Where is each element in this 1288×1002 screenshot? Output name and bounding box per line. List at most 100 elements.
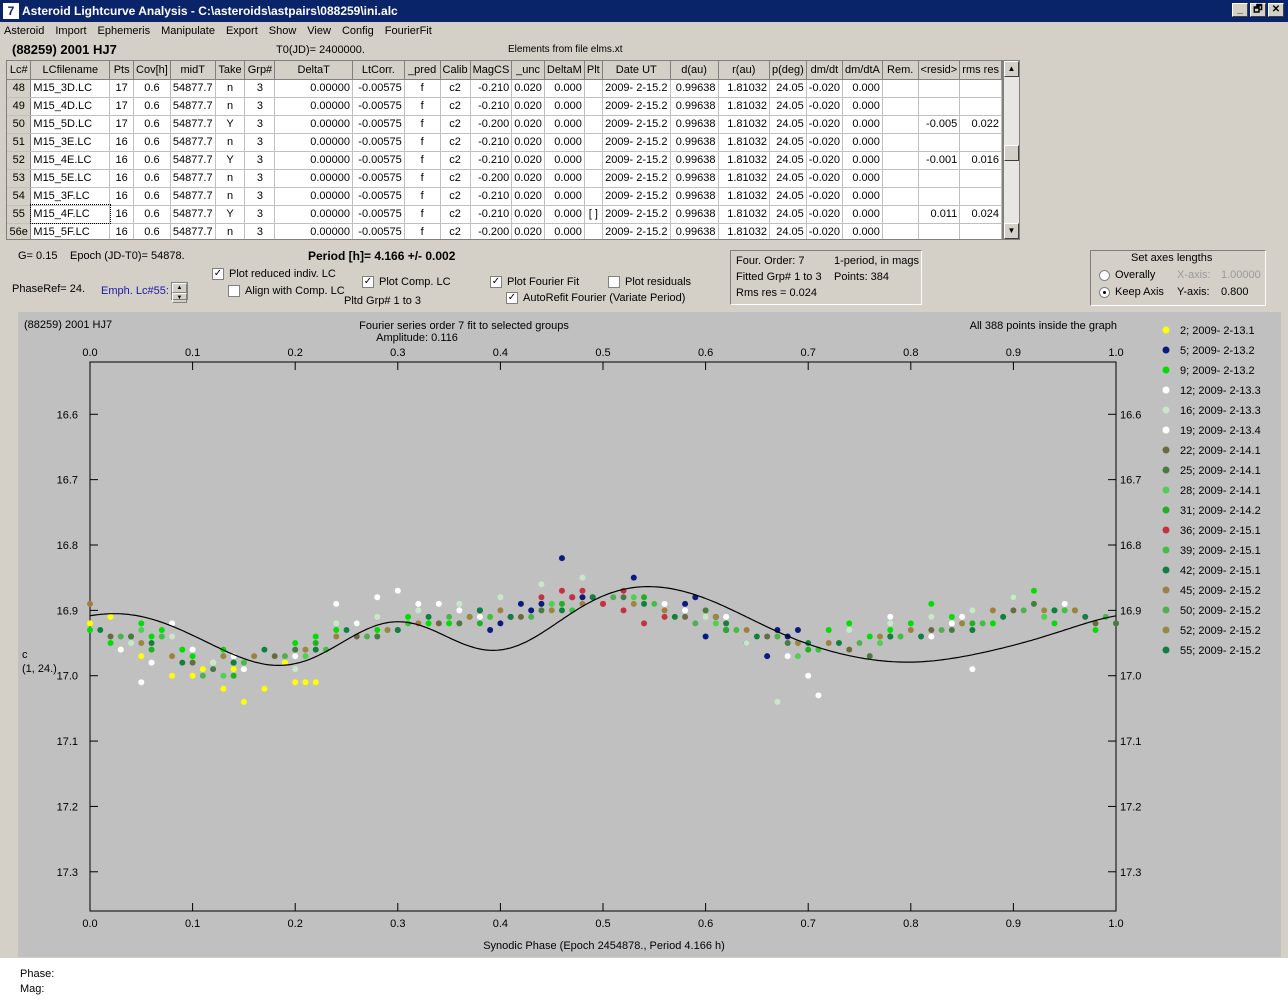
autorefit-checkbox[interactable]: ✓ AutoRefit Fourier (Variate Period)	[506, 292, 685, 305]
table-cell[interactable]: 17	[109, 97, 135, 116]
table-cell[interactable]: f	[404, 187, 441, 206]
table-cell[interactable]: 16	[109, 205, 135, 224]
table-cell[interactable]: M15_4E.LC	[30, 151, 111, 170]
table-cell[interactable]: -0.005	[918, 115, 961, 134]
table-cell[interactable]: 1.81032	[718, 187, 771, 206]
menu-show[interactable]: Show	[269, 25, 297, 37]
table-cell[interactable]: c2	[440, 151, 471, 170]
table-cell[interactable]	[882, 97, 919, 116]
plot-fourier-checkbox[interactable]: ✓ Plot Fourier Fit	[490, 276, 579, 289]
table-cell[interactable]: [ ]	[584, 205, 603, 224]
table-cell[interactable]: c2	[440, 133, 471, 152]
table-cell[interactable]: 0.6	[133, 151, 171, 170]
table-cell[interactable]: 0.000	[842, 223, 883, 239]
table-cell[interactable]: n	[215, 79, 246, 98]
table-cell[interactable]: 0.99638	[670, 187, 719, 206]
table-cell[interactable]	[918, 169, 961, 188]
table-cell[interactable]: 1.81032	[718, 97, 771, 116]
column-header[interactable]: Pts	[109, 61, 135, 80]
table-cell[interactable]: c2	[440, 187, 471, 206]
column-header[interactable]: Calib	[440, 61, 471, 80]
table-cell[interactable]: 24.05	[769, 169, 807, 188]
table-cell[interactable]: c2	[440, 205, 471, 224]
table-cell[interactable]: 0.6	[133, 133, 171, 152]
table-cell[interactable]: f	[404, 205, 441, 224]
table-cell[interactable]: 0.6	[133, 115, 171, 134]
table-cell[interactable]: 0.000	[544, 223, 585, 239]
table-cell[interactable]: -0.210	[470, 79, 513, 98]
table-cell[interactable]: 0.020	[511, 79, 545, 98]
menu-manipulate[interactable]: Manipulate	[161, 25, 215, 37]
table-cell[interactable]: 3	[244, 97, 276, 116]
table-cell[interactable]	[918, 223, 961, 239]
table-cell[interactable]: 54877.7	[170, 97, 216, 116]
overally-radio[interactable]: Overally	[1099, 269, 1155, 281]
table-cell[interactable]: 0.00000	[274, 115, 353, 134]
table-cell[interactable]: -0.020	[806, 115, 844, 134]
table-cell[interactable]: 0.00000	[274, 79, 353, 98]
table-cell[interactable]: 16	[109, 187, 135, 206]
table-cell[interactable]: 0.99638	[670, 97, 719, 116]
table-cell[interactable]	[882, 115, 919, 134]
table-cell[interactable]: 16	[109, 223, 135, 239]
lightcurve-plot-area[interactable]: (88259) 2001 HJ7 Fourier series order 7 f…	[18, 312, 1281, 957]
table-cell[interactable]: 54877.7	[170, 223, 216, 239]
table-cell[interactable]: 3	[244, 223, 276, 239]
table-cell[interactable]: 0.024	[959, 205, 1002, 224]
table-cell[interactable]: 1.81032	[718, 115, 771, 134]
table-row[interactable]: 51 M15_3E.LC 16 0.6 54877.7 n 3 0.00000 -0.00575…	[7, 133, 1002, 152]
table-cell[interactable]: 54877.7	[170, 205, 216, 224]
table-cell[interactable]: -0.200	[470, 115, 513, 134]
table-cell[interactable]: 0.000	[544, 133, 585, 152]
table-cell[interactable]: f	[404, 79, 441, 98]
scroll-thumb[interactable]	[1004, 145, 1019, 161]
table-cell[interactable]	[882, 133, 919, 152]
table-cell[interactable]	[584, 79, 603, 98]
column-header[interactable]: _unc	[511, 61, 545, 80]
table-cell[interactable]	[959, 223, 1002, 239]
table-cell[interactable]: -0.200	[470, 223, 513, 239]
table-cell[interactable]: Y	[215, 205, 246, 224]
table-cell[interactable]	[882, 187, 919, 206]
table-row[interactable]: 50 M15_5D.LC 17 0.6 54877.7 Y 3 0.00000 -0.00575…	[7, 115, 1002, 134]
table-cell[interactable]: M15_3F.LC	[30, 187, 111, 206]
table-row[interactable]: 55 M15_4F.LC 16 0.6 54877.7 Y 3 0.00000 -0.00575…	[7, 204, 1002, 224]
table-cell[interactable]: 0.99638	[670, 205, 719, 224]
table-cell[interactable]: 0.6	[133, 187, 171, 206]
column-header[interactable]: <resid>	[918, 61, 961, 80]
table-cell[interactable]	[882, 79, 919, 98]
table-cell[interactable]: M15_4F.LC	[29, 204, 111, 224]
table-cell[interactable]: 54877.7	[170, 79, 216, 98]
table-cell[interactable]: 3	[244, 169, 276, 188]
table-cell[interactable]: 2009- 2-15.2	[602, 223, 671, 239]
table-cell[interactable]: 0.6	[133, 205, 171, 224]
column-header[interactable]: rms res	[959, 61, 1002, 80]
table-cell[interactable]: -0.00575	[352, 169, 405, 188]
table-cell[interactable]: 2009- 2-15.2	[602, 79, 671, 98]
table-cell[interactable]	[584, 151, 603, 170]
spin-up-icon[interactable]: ▲	[172, 283, 187, 293]
table-cell[interactable]	[882, 223, 919, 239]
table-row[interactable]: 52 M15_4E.LC 16 0.6 54877.7 Y 3 0.00000 -0.00575…	[7, 151, 1002, 170]
menu-config[interactable]: Config	[342, 25, 374, 37]
table-cell[interactable]: 0.020	[511, 133, 545, 152]
align-comp-checkbox[interactable]: Align with Comp. LC	[228, 285, 345, 298]
table-cell[interactable]: 0.000	[544, 187, 585, 206]
table-cell[interactable]	[918, 187, 961, 206]
row-header[interactable]: 50	[7, 115, 32, 134]
table-cell[interactable]: -0.210	[470, 151, 513, 170]
table-cell[interactable]	[584, 187, 603, 206]
row-header[interactable]: 53	[7, 169, 32, 188]
table-cell[interactable]: 16	[109, 133, 135, 152]
table-cell[interactable]	[882, 169, 919, 188]
column-header[interactable]: DeltaT	[274, 61, 353, 80]
row-header[interactable]: 56e	[7, 223, 32, 239]
table-cell[interactable]: 0.000	[544, 79, 585, 98]
table-cell[interactable]: 3	[244, 133, 276, 152]
table-cell[interactable]: 54877.7	[170, 151, 216, 170]
table-cell[interactable]: 0.020	[511, 205, 545, 224]
table-cell[interactable]: f	[404, 151, 441, 170]
column-header[interactable]: LtCorr.	[352, 61, 405, 80]
table-cell[interactable]: -0.020	[806, 205, 844, 224]
table-cell[interactable]: 54877.7	[170, 115, 216, 134]
